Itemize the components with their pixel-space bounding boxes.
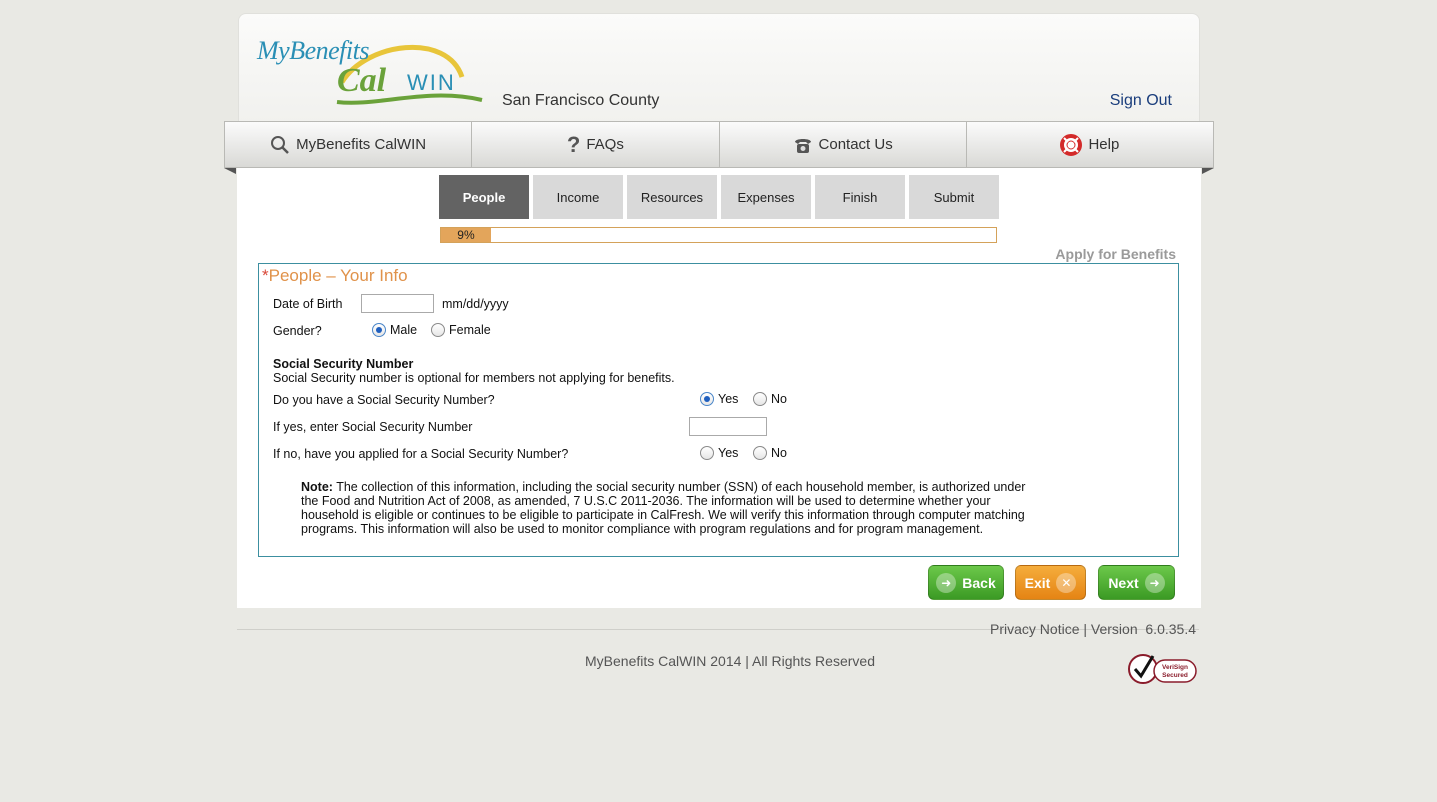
- nav-label: MyBenefits CalWIN: [296, 136, 427, 153]
- ssn-enter-label: If yes, enter Social Security Number: [273, 420, 473, 434]
- next-button[interactable]: Next ➜: [1098, 565, 1175, 600]
- step-resources[interactable]: Resources: [627, 175, 717, 219]
- progress-bar: 9%: [440, 227, 997, 243]
- dob-input[interactable]: [361, 294, 434, 313]
- ssn-heading: Social Security Number: [273, 357, 414, 371]
- privacy-notice-link[interactable]: Privacy Notice: [990, 621, 1079, 637]
- arrow-right-icon: ➜: [1144, 572, 1165, 593]
- nav-help[interactable]: Help: [965, 121, 1214, 168]
- ssn-have-no-label: No: [771, 392, 787, 406]
- phone-icon: [793, 136, 813, 154]
- nav-faqs[interactable]: ? FAQs: [471, 121, 719, 168]
- gender-female-radio[interactable]: [431, 323, 445, 337]
- ssn-input[interactable]: [689, 417, 767, 436]
- next-label: Next: [1108, 574, 1139, 591]
- progress-fill: 9%: [441, 228, 491, 242]
- copyright: MyBenefits CalWIN 2014 | All Rights Rese…: [585, 653, 875, 669]
- nav-label: Help: [1088, 136, 1120, 153]
- ssn-applied-no-radio[interactable]: [753, 446, 767, 460]
- gender-male-radio[interactable]: [372, 323, 386, 337]
- back-button[interactable]: ➜ Back: [928, 565, 1004, 600]
- svg-text:VeriSign: VeriSign: [1162, 664, 1188, 671]
- note-label: Note:: [301, 480, 333, 494]
- main-nav: MyBenefits CalWIN ? FAQs Contact Us Help: [224, 121, 1214, 168]
- arrow-left-icon: ➜: [936, 572, 957, 593]
- nav-mybenefits[interactable]: MyBenefits CalWIN: [224, 121, 472, 168]
- sign-out-link[interactable]: Sign Out: [1110, 92, 1172, 110]
- version-label: Version: [1090, 621, 1138, 637]
- nav-contact-us[interactable]: Contact Us: [718, 121, 966, 168]
- mybenefits-calwin-logo[interactable]: MyBenefits Cal WIN: [257, 32, 487, 112]
- exit-button[interactable]: Exit ✕: [1015, 565, 1086, 600]
- step-income[interactable]: Income: [533, 175, 623, 219]
- gender-label: Gender?: [273, 324, 322, 338]
- ssn-applied-no-label: No: [771, 446, 787, 460]
- apply-for-benefits-label: Apply for Benefits: [1055, 246, 1176, 262]
- ssn-applied-yes-label: Yes: [718, 446, 739, 460]
- ssn-note: Note: The collection of this information…: [301, 480, 1031, 536]
- step-people[interactable]: People: [439, 175, 529, 219]
- gender-female-label: Female: [449, 323, 491, 337]
- gender-male-label: Male: [390, 323, 418, 337]
- nav-fold-left: [224, 168, 236, 174]
- footer-links: Privacy Notice | Version 6.0.35.4: [990, 621, 1196, 637]
- ssn-have-yes-radio[interactable]: [700, 392, 714, 406]
- ssn-have-question: Do you have a Social Security Number?: [273, 393, 495, 407]
- step-finish[interactable]: Finish: [815, 175, 905, 219]
- ssn-applied-question: If no, have you applied for a Social Sec…: [273, 447, 569, 461]
- step-submit[interactable]: Submit: [909, 175, 999, 219]
- note-text: The collection of this information, incl…: [301, 480, 1026, 536]
- logo-text-win: WIN: [407, 70, 456, 95]
- svg-text:Secured: Secured: [1162, 672, 1188, 679]
- dob-label: Date of Birth: [273, 297, 343, 311]
- people-info-form: *People – Your Info Date of Birth mm/dd/…: [258, 263, 1179, 557]
- nav-label: Contact Us: [818, 136, 893, 153]
- nav-label: FAQs: [586, 136, 624, 153]
- ssn-have-yes-label: Yes: [718, 392, 739, 406]
- header: MyBenefits Cal WIN San Francisco County …: [238, 13, 1200, 123]
- footer-separator: |: [1083, 621, 1088, 637]
- close-icon: ✕: [1056, 572, 1077, 593]
- verisign-secured-badge[interactable]: VeriSign Secured: [1126, 651, 1198, 685]
- form-title: *People – Your Info: [262, 266, 408, 286]
- back-label: Back: [962, 574, 996, 591]
- lifebuoy-icon: [1060, 133, 1083, 156]
- ssn-have-no-radio[interactable]: [753, 392, 767, 406]
- exit-label: Exit: [1024, 574, 1051, 591]
- step-tabs: People Income Resources Expenses Finish …: [439, 175, 999, 219]
- question-icon: ?: [566, 131, 581, 157]
- step-expenses[interactable]: Expenses: [721, 175, 811, 219]
- form-title-text: People – Your Info: [268, 266, 408, 285]
- ssn-optional-text: Social Security number is optional for m…: [273, 371, 675, 385]
- county-name: San Francisco County: [502, 92, 660, 109]
- main-content: People Income Resources Expenses Finish …: [237, 168, 1201, 608]
- dob-hint: mm/dd/yyyy: [442, 297, 509, 311]
- version-number: 6.0.35.4: [1145, 621, 1196, 637]
- logo-text-cal: Cal: [337, 62, 387, 99]
- search-icon: [270, 135, 290, 155]
- required-mark: *: [262, 266, 269, 285]
- nav-fold-right: [1202, 168, 1214, 174]
- ssn-applied-yes-radio[interactable]: [700, 446, 714, 460]
